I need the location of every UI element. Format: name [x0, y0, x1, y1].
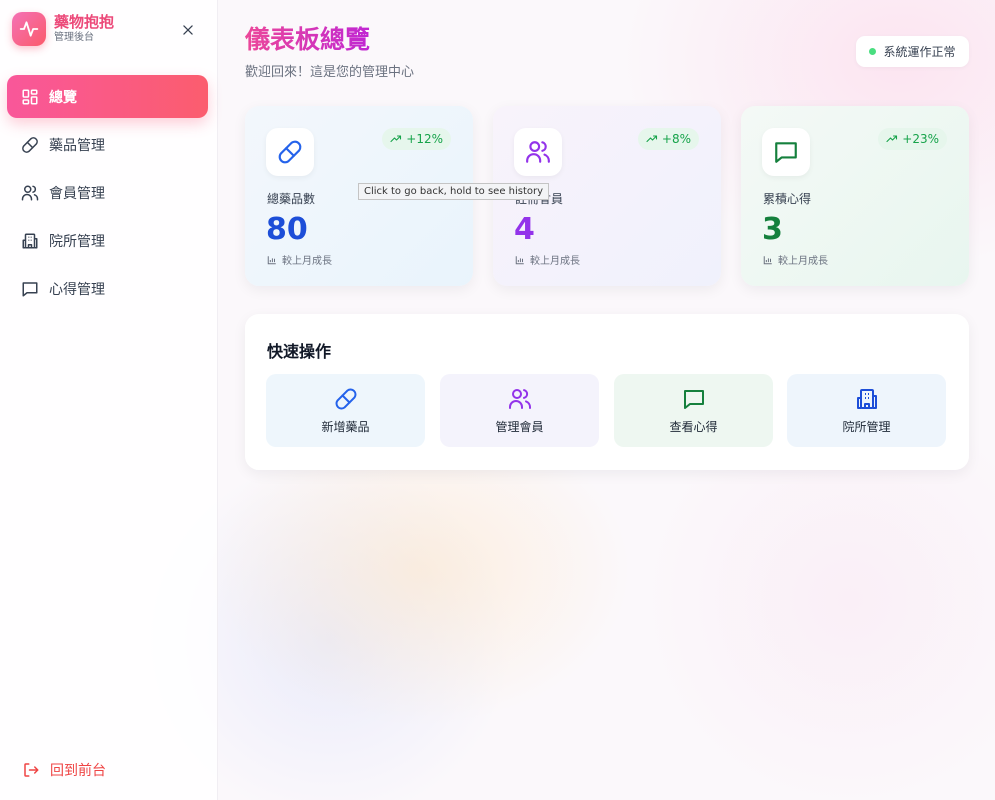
- system-status-text: 系統運作正常: [883, 45, 956, 59]
- close-icon: [183, 25, 193, 35]
- pill-icon: [334, 387, 358, 411]
- stat-footer-text: 較上月成長: [282, 256, 332, 267]
- sidebar-item-label: 院所管理: [49, 233, 105, 250]
- status-dot-icon: [869, 48, 877, 55]
- trending-up-icon: [646, 133, 658, 145]
- users-icon: [514, 128, 562, 176]
- message-icon: [762, 128, 810, 176]
- sidebar-item-clinics[interactable]: 院所管理: [7, 219, 208, 262]
- back-button-tooltip: Click to go back, hold to see history: [358, 183, 550, 200]
- quick-actions-title: 快速操作: [267, 342, 332, 361]
- sidebar-item-label: 藥品管理: [49, 137, 105, 154]
- stat-footer: 較上月成長: [763, 252, 828, 267]
- stat-footer-text: 較上月成長: [778, 256, 828, 267]
- sidebar-nav: 總覽 藥品管理 會員管理 院所管理 心得管理: [7, 75, 208, 315]
- bar-chart-icon: [267, 255, 277, 265]
- sidebar-item-label: 心得管理: [49, 281, 105, 298]
- trend-badge: +12%: [382, 128, 451, 150]
- logout-icon: [22, 761, 40, 779]
- sidebar-item-medicines[interactable]: 藥品管理: [7, 123, 208, 166]
- page-title: 儀表板總覽: [245, 25, 371, 54]
- trending-up-icon: [886, 133, 898, 145]
- message-icon: [682, 387, 706, 411]
- bar-chart-icon: [763, 255, 773, 265]
- back-to-frontend-link[interactable]: 回到前台: [22, 760, 106, 780]
- trend-value: +8%: [661, 132, 691, 146]
- stat-value: 4: [514, 212, 535, 247]
- users-icon: [508, 387, 532, 411]
- close-sidebar-button[interactable]: [178, 20, 198, 40]
- sidebar: 藥物抱抱 管理後台 總覽 藥品管理 會員管理 院所管理 心得管理 回到前台: [0, 0, 218, 800]
- system-status-badge: 系統運作正常: [856, 36, 969, 67]
- stat-label: 累積心得: [763, 192, 812, 206]
- pill-icon: [21, 136, 39, 154]
- sidebar-item-label: 總覽: [49, 89, 77, 106]
- manage-members-button[interactable]: 管理會員: [440, 374, 599, 447]
- stat-card-reviews: +23% 累積心得 3 較上月成長: [741, 106, 969, 286]
- stat-footer: 較上月成長: [267, 252, 332, 267]
- pill-icon: [266, 128, 314, 176]
- stat-footer-text: 較上月成長: [530, 256, 580, 267]
- quick-action-label: 查看心得: [669, 419, 718, 434]
- stat-label: 總藥品數: [267, 192, 316, 206]
- users-icon: [21, 184, 39, 202]
- add-medicine-button[interactable]: 新增藥品: [266, 374, 425, 447]
- page-subtitle: 歡迎回來！這是您的管理中心: [245, 65, 415, 80]
- brand-subtitle: 管理後台: [54, 32, 94, 43]
- building-icon: [21, 232, 39, 250]
- trend-value: +12%: [406, 132, 443, 146]
- view-reviews-button[interactable]: 查看心得: [614, 374, 773, 447]
- stat-footer: 較上月成長: [515, 252, 580, 267]
- trend-value: +23%: [902, 132, 939, 146]
- stat-value: 80: [266, 212, 308, 247]
- quick-action-label: 新增藥品: [321, 419, 370, 434]
- brand[interactable]: 藥物抱抱 管理後台: [12, 12, 114, 46]
- bar-chart-icon: [515, 255, 525, 265]
- sidebar-item-label: 會員管理: [49, 185, 105, 202]
- activity-icon: [12, 12, 46, 46]
- quick-actions-panel: 快速操作 新增藥品 管理會員 查看心得 院所管理: [245, 314, 969, 470]
- sidebar-item-reviews[interactable]: 心得管理: [7, 267, 208, 310]
- manage-clinics-button[interactable]: 院所管理: [787, 374, 946, 447]
- message-icon: [21, 280, 39, 298]
- building-icon: [855, 387, 879, 411]
- stat-value: 3: [762, 212, 783, 247]
- trend-badge: +8%: [637, 128, 699, 150]
- back-to-frontend-label: 回到前台: [50, 763, 106, 779]
- trend-badge: +23%: [878, 128, 947, 150]
- sidebar-item-overview[interactable]: 總覽: [7, 75, 208, 118]
- quick-action-label: 院所管理: [842, 419, 891, 434]
- trending-up-icon: [390, 133, 402, 145]
- grid-icon: [21, 88, 39, 106]
- sidebar-item-members[interactable]: 會員管理: [7, 171, 208, 214]
- brand-title: 藥物抱抱: [54, 13, 115, 31]
- quick-action-label: 管理會員: [495, 419, 544, 434]
